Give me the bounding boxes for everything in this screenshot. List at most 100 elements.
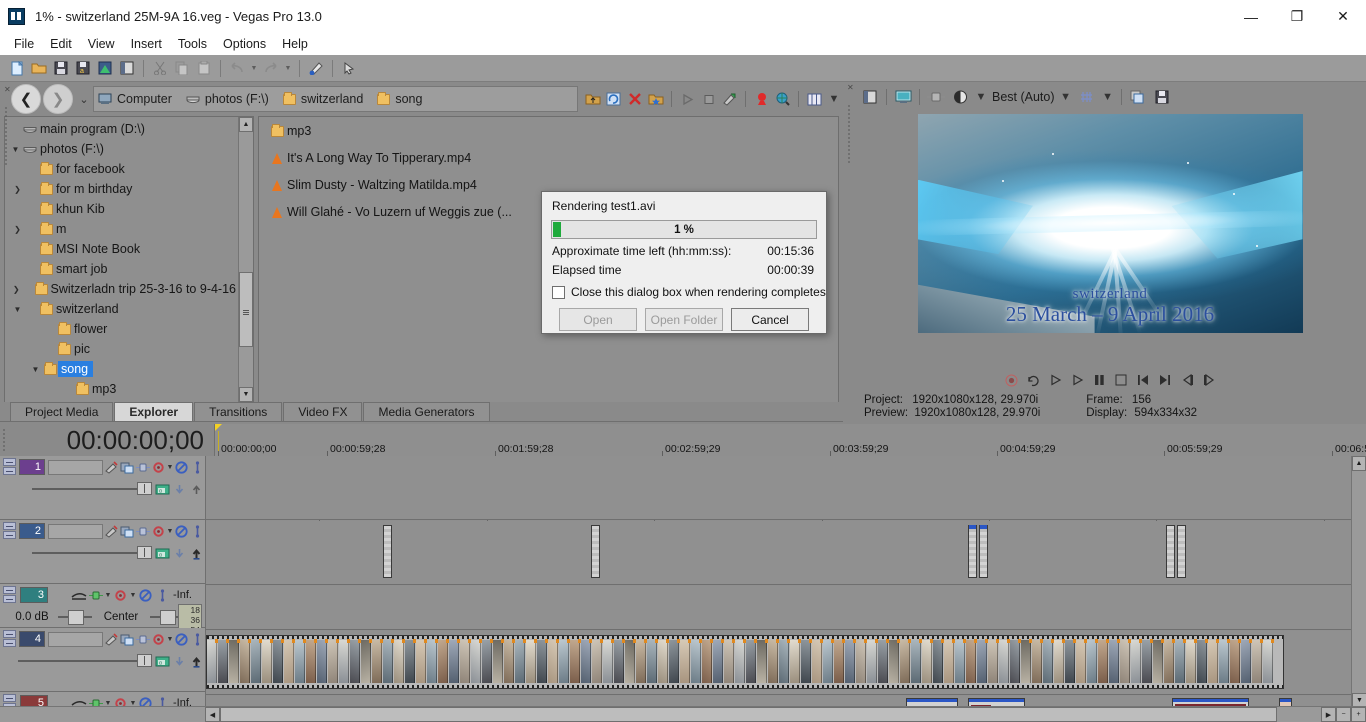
tree-item-pic[interactable]: pic — [5, 339, 238, 359]
undo-icon[interactable] — [226, 58, 248, 79]
redo-icon[interactable] — [260, 58, 282, 79]
tab-video-fx[interactable]: Video FX — [283, 402, 363, 421]
list-item[interactable]: mp3 — [259, 121, 838, 141]
fader-knob[interactable] — [137, 654, 152, 667]
track-header-2[interactable]: 2 ▼ α — [0, 520, 205, 584]
track-name-field[interactable] — [47, 523, 104, 539]
undo-caret-icon[interactable]: ▼ — [248, 58, 260, 79]
track-mute-icon[interactable] — [174, 459, 190, 476]
expander-icon[interactable]: ▼ — [29, 365, 42, 374]
drag-dots-icon[interactable] — [3, 428, 5, 452]
go-to-start-icon[interactable] — [1136, 373, 1151, 388]
menu-insert[interactable]: Insert — [123, 35, 170, 53]
track-compositing-mode-icon[interactable] — [135, 631, 151, 648]
scroll-track[interactable] — [220, 707, 1321, 722]
auto-ripple-icon[interactable] — [338, 58, 360, 79]
tab-project-media[interactable]: Project Media — [10, 402, 114, 421]
stop-icon[interactable] — [1114, 373, 1129, 388]
breadcrumb-item-drive[interactable]: photos (F:\) — [182, 92, 279, 106]
history-dropdown-icon[interactable]: ⌄ — [75, 84, 93, 114]
tree-item-mp3[interactable]: mp3 — [5, 379, 238, 399]
expander-icon[interactable]: ▼ — [11, 305, 24, 314]
track-minimize-buttons[interactable] — [3, 630, 17, 648]
stop-icon[interactable] — [698, 88, 719, 110]
scroll-down-icon[interactable]: ▼ — [239, 387, 253, 402]
explorer-gripper[interactable]: ✕ — [2, 84, 11, 166]
track-lane-2[interactable] — [206, 521, 1366, 585]
phase-caret-icon[interactable]: ▼ — [104, 592, 112, 599]
quality-caret-icon[interactable]: ▼ — [972, 86, 990, 108]
overlays-caret-icon[interactable]: ▼ — [1099, 86, 1117, 108]
track-collapse-down-icon[interactable] — [171, 481, 188, 498]
minimize-icon[interactable]: — — [1228, 0, 1274, 33]
quality-dropdown-icon[interactable]: ▼ — [1057, 86, 1075, 108]
preview-on-external-monitor-icon[interactable] — [891, 86, 915, 108]
track-collapse-down-icon[interactable] — [171, 545, 188, 562]
track-envelope-icon[interactable]: α — [154, 653, 171, 670]
close-on-complete-checkbox[interactable]: Close this dialog box when rendering com… — [542, 277, 826, 299]
track-lane-4[interactable] — [206, 631, 1366, 695]
fader-knob[interactable] — [137, 546, 152, 559]
close-icon[interactable]: ✕ — [1320, 0, 1366, 33]
scroll-thumb[interactable] — [220, 707, 1277, 722]
timeline-vertical-scrollbar[interactable]: ▲ ▼ — [1351, 456, 1366, 722]
copy-snapshot-to-clipboard-icon[interactable] — [1126, 86, 1150, 108]
zoom-out-icon[interactable]: − — [1336, 707, 1351, 722]
track-motion-icon[interactable] — [103, 459, 119, 476]
expander-icon[interactable]: ❯ — [11, 185, 24, 194]
refresh-icon[interactable] — [603, 88, 624, 110]
new-folder-icon[interactable] — [645, 88, 666, 110]
track-header-4[interactable]: 4 ▼ α — [0, 628, 205, 692]
track-header-1[interactable]: 1 ▼ α — [0, 456, 205, 520]
maximize-icon[interactable]: ❐ — [1274, 0, 1320, 33]
track-motion-icon[interactable] — [103, 523, 119, 540]
track-lane-3[interactable] — [206, 586, 1366, 630]
timeline-clip[interactable] — [968, 525, 977, 578]
loop-icon[interactable] — [1026, 373, 1041, 388]
preview-quality-icon[interactable] — [948, 86, 972, 108]
scroll-up-icon[interactable]: ▲ — [239, 117, 253, 132]
folder-tree[interactable]: main program (D:\) ▼ photos (F:\) for fa… — [5, 117, 238, 402]
track-number[interactable]: 3 — [20, 587, 48, 603]
track-phase-icon[interactable] — [87, 587, 104, 604]
track-mute-icon[interactable] — [174, 523, 190, 540]
menu-tools[interactable]: Tools — [170, 35, 215, 53]
menu-help[interactable]: Help — [274, 35, 316, 53]
track-envelope-icon[interactable]: α — [154, 481, 171, 498]
track-automation-settings-icon[interactable] — [151, 523, 167, 540]
timeline-clip[interactable] — [383, 525, 392, 578]
zoom-in-icon[interactable]: + — [1351, 707, 1366, 722]
save-snapshot-to-file-icon[interactable] — [1150, 86, 1174, 108]
track-solo-icon[interactable] — [154, 587, 171, 604]
panel-close-icon[interactable]: ✕ — [847, 84, 854, 92]
record-icon[interactable] — [1004, 373, 1019, 388]
track-expand-up-icon[interactable] — [188, 653, 205, 670]
paste-icon[interactable] — [193, 58, 215, 79]
track-number[interactable]: 1 — [18, 459, 45, 475]
previous-frame-icon[interactable] — [1180, 373, 1195, 388]
tree-item-m[interactable]: ❯ m — [5, 219, 238, 239]
track-solo-icon[interactable] — [189, 523, 205, 540]
save-as-icon[interactable]: a — [72, 58, 94, 79]
track-input-monitor-icon[interactable] — [70, 587, 87, 604]
play-icon[interactable] — [677, 88, 698, 110]
save-icon[interactable] — [50, 58, 72, 79]
timeline-clip[interactable] — [979, 525, 988, 578]
track-fx-icon[interactable] — [119, 631, 135, 648]
preview-video-frame[interactable]: switzerland 25 March – 9 April 2016 — [917, 114, 1303, 333]
track-volume-label[interactable]: 0.0 dB — [6, 611, 58, 623]
delete-icon[interactable] — [624, 88, 645, 110]
tree-item-flower[interactable]: flower — [5, 319, 238, 339]
timeline-clip[interactable] — [1166, 525, 1175, 578]
breadcrumb[interactable]: Computer photos (F:\) switzerland song — [93, 86, 578, 112]
timeline-photo-clip[interactable] — [206, 635, 1284, 689]
volume-slider[interactable] — [58, 610, 92, 625]
timeline-ruler[interactable]: 00:00:00;00 00:00:59;28 00:01:59;28 00:0… — [214, 424, 1366, 686]
menu-edit[interactable]: Edit — [42, 35, 80, 53]
properties-icon[interactable] — [116, 58, 138, 79]
track-level-fader[interactable] — [32, 546, 152, 559]
track-fx-icon[interactable] — [119, 523, 135, 540]
tree-item-msi-note-book[interactable]: MSI Note Book — [5, 239, 238, 259]
timeline-clip[interactable] — [1177, 525, 1186, 578]
cancel-button[interactable]: Cancel — [731, 308, 809, 331]
